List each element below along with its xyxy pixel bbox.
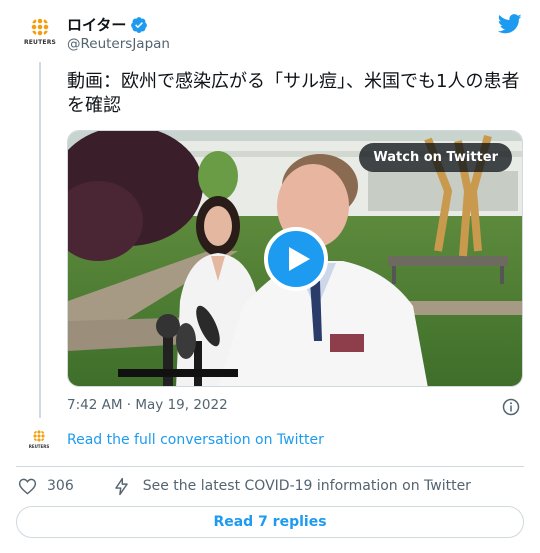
- play-icon: [288, 247, 310, 271]
- twitter-bird-icon[interactable]: [498, 14, 522, 34]
- reuters-logo-icon: [31, 18, 49, 36]
- video-thumbnail[interactable]: Watch on Twitter: [67, 130, 523, 387]
- watch-on-twitter-button[interactable]: Watch on Twitter: [359, 143, 512, 172]
- author-handle[interactable]: @ReutersJapan: [67, 36, 170, 52]
- thread-connector: [39, 62, 41, 418]
- avatar-small-wordmark: REUTERS: [28, 444, 50, 449]
- heart-icon[interactable]: [18, 477, 37, 496]
- verified-badge-icon: [131, 16, 148, 33]
- author-avatar[interactable]: REUTERS: [22, 14, 58, 50]
- tweet-text: 動画：欧州で感染広がる「サル痘」、米国でも1人の患者を確認: [67, 71, 520, 116]
- lightning-bolt-icon: [114, 477, 128, 495]
- read-replies-button[interactable]: Read 7 replies: [16, 506, 524, 538]
- author-name-row[interactable]: ロイター: [67, 14, 148, 35]
- author-display-name[interactable]: ロイター: [67, 14, 126, 35]
- avatar-wordmark: REUTERS: [23, 39, 57, 46]
- info-icon[interactable]: [502, 398, 520, 416]
- like-count[interactable]: 306: [47, 478, 74, 494]
- tweet-timestamp[interactable]: 7:42 AM · May 19, 2022: [67, 397, 228, 413]
- covid-info-link[interactable]: See the latest COVID-19 information on T…: [143, 478, 471, 494]
- divider: [16, 466, 524, 467]
- author-avatar-small: REUTERS: [28, 430, 50, 452]
- embedded-tweet: REUTERS ロイター @ReutersJapan 動画：欧州で感染広がる「サ…: [0, 0, 540, 553]
- reuters-logo-small-icon: [33, 430, 45, 442]
- read-full-conversation-link[interactable]: Read the full conversation on Twitter: [67, 432, 324, 448]
- tweet-actions: 306 See the latest COVID-19 information …: [18, 476, 471, 496]
- play-button[interactable]: [264, 227, 328, 291]
